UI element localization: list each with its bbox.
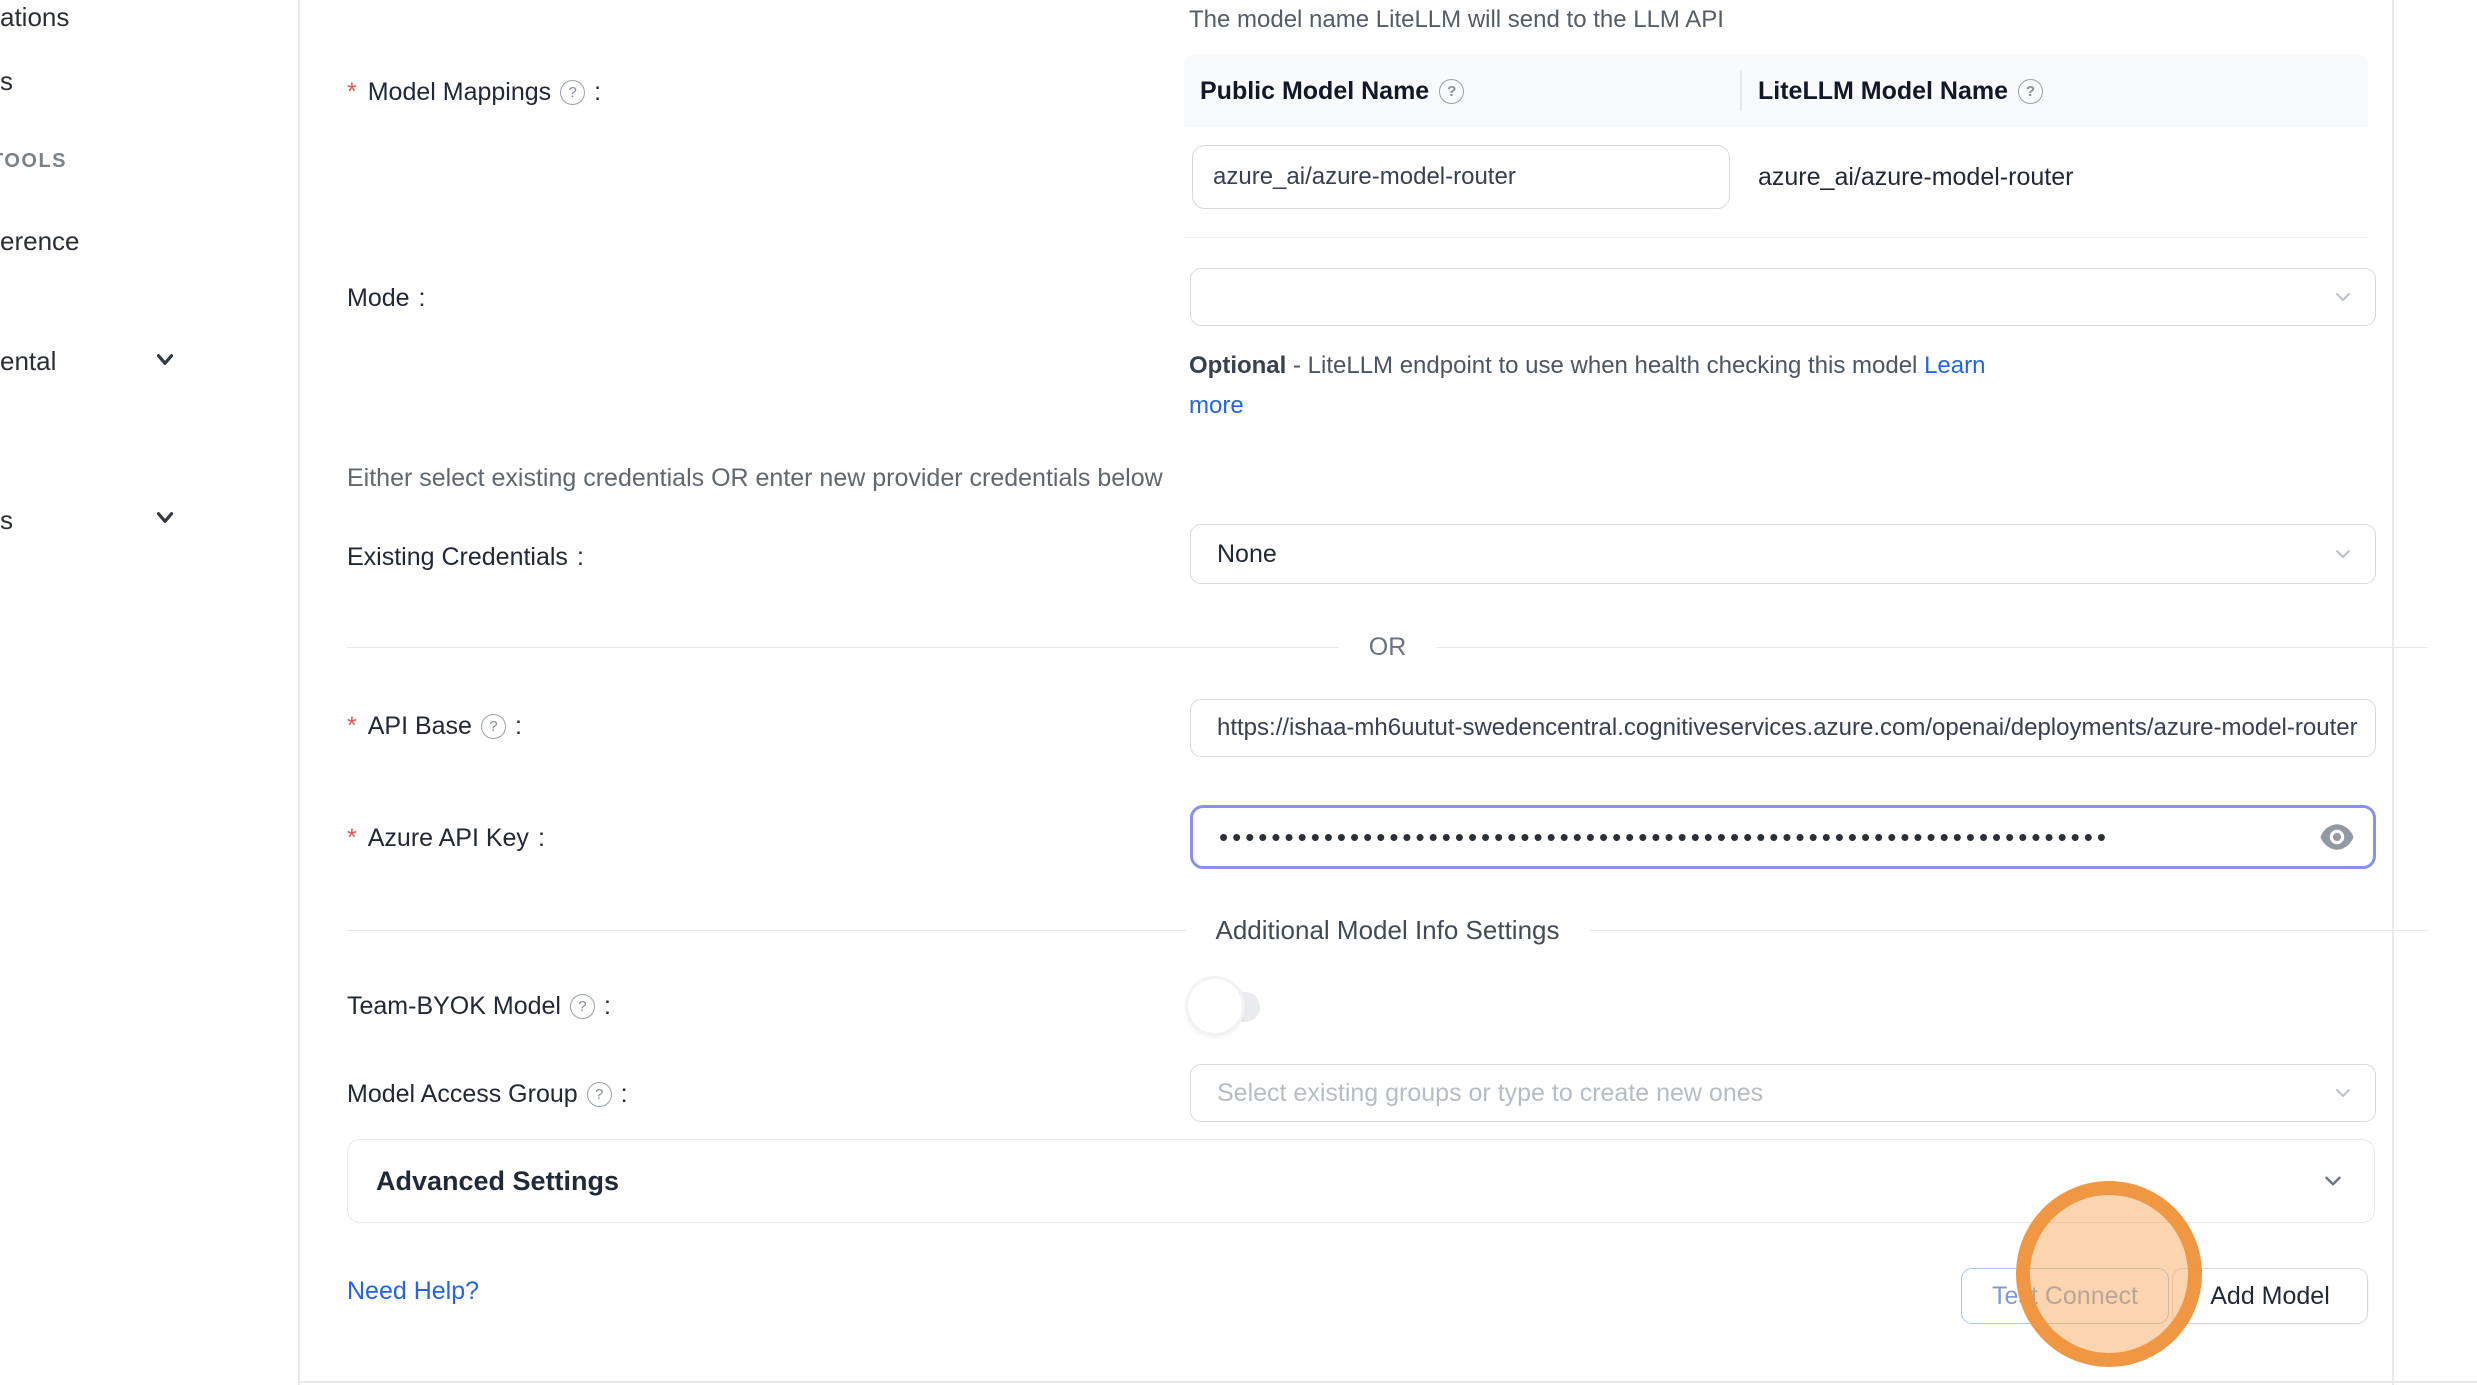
chevron-down-icon <box>2331 1081 2355 1105</box>
existing-credentials-select[interactable]: None <box>1190 524 2376 584</box>
help-icon[interactable]: ? <box>1439 79 1464 104</box>
eye-icon[interactable] <box>2319 822 2355 852</box>
required-asterisk: * <box>347 78 357 107</box>
sidebar: ations s TOOLS erence ental s <box>0 0 298 1385</box>
api-base-label: * API Base ? : <box>347 712 522 741</box>
azure-api-key-label: * Azure API Key : <box>347 824 545 853</box>
sidebar-section-tools: TOOLS <box>0 150 67 173</box>
model-mappings-table: Public Model Name ? LiteLLM Model Name ?… <box>1184 55 2368 238</box>
existing-credentials-label: Existing Credentials : <box>347 543 584 572</box>
chevron-down-icon <box>2331 542 2355 566</box>
mode-label: Mode : <box>347 284 426 313</box>
help-icon[interactable]: ? <box>570 994 595 1019</box>
chevron-down-icon <box>152 504 178 530</box>
sidebar-divider <box>298 0 300 1385</box>
sidebar-item-clipped-2[interactable]: s <box>0 66 13 97</box>
help-icon[interactable]: ? <box>560 80 585 105</box>
help-icon[interactable]: ? <box>587 1082 612 1107</box>
team-byok-toggle[interactable] <box>1196 992 1260 1022</box>
chevron-down-icon <box>2320 1168 2346 1194</box>
api-base-input[interactable]: https://ishaa-mh6uutut-swedencentral.cog… <box>1190 699 2376 757</box>
public-model-name-input[interactable]: azure_ai/azure-model-router <box>1192 145 1730 209</box>
sidebar-item-clipped-4[interactable]: ental <box>0 346 56 377</box>
mode-help-text: Optional - LiteLLM endpoint to use when … <box>1189 346 2029 426</box>
help-icon[interactable]: ? <box>2018 79 2043 104</box>
advanced-settings-panel[interactable]: Advanced Settings <box>347 1139 2375 1223</box>
mode-select[interactable] <box>1190 268 2376 326</box>
or-divider: OR <box>347 633 2428 662</box>
chevron-down-icon <box>2331 285 2355 309</box>
add-model-button[interactable]: Add Model <box>2172 1268 2368 1324</box>
credentials-note: Either select existing credentials OR en… <box>347 464 1163 493</box>
litellm-model-name-value: azure_ai/azure-model-router <box>1758 127 2073 227</box>
test-connect-button[interactable]: Test Connect <box>1961 1268 2169 1324</box>
sidebar-item-clipped-5[interactable]: s <box>0 505 13 536</box>
add-model-form-page: ations s TOOLS erence ental s The model … <box>0 0 2477 1385</box>
panel-right-edge <box>2392 0 2394 1385</box>
masked-password-dots: ••••••••••••••••••••••••••••••••••••••••… <box>1219 824 2110 850</box>
required-asterisk: * <box>347 824 357 853</box>
panel-bottom-edge <box>298 1381 2477 1383</box>
toggle-knob <box>1188 979 1242 1033</box>
column-divider <box>1740 71 1742 111</box>
model-mappings-table-row: azure_ai/azure-model-router azure_ai/azu… <box>1184 127 2368 238</box>
sidebar-item-clipped-3[interactable]: erence <box>0 226 80 257</box>
model-access-group-label: Model Access Group ? : <box>347 1080 628 1109</box>
additional-settings-divider: Additional Model Info Settings <box>347 915 2428 946</box>
team-byok-label: Team-BYOK Model ? : <box>347 992 611 1021</box>
model-mappings-table-header: Public Model Name ? LiteLLM Model Name ? <box>1184 55 2368 127</box>
help-icon[interactable]: ? <box>481 714 506 739</box>
column-header-public-model-name: Public Model Name ? <box>1200 77 1720 106</box>
azure-api-key-input[interactable]: ••••••••••••••••••••••••••••••••••••••••… <box>1190 805 2376 869</box>
need-help-link[interactable]: Need Help? <box>347 1277 479 1306</box>
sidebar-item-clipped-1[interactable]: ations <box>0 2 69 33</box>
model-name-help-text: The model name LiteLLM will send to the … <box>1189 6 1724 34</box>
chevron-down-icon <box>152 346 178 372</box>
column-header-litellm-model-name: LiteLLM Model Name ? <box>1758 77 2043 106</box>
model-access-group-select[interactable]: Select existing groups or type to create… <box>1190 1064 2376 1122</box>
required-asterisk: * <box>347 712 357 741</box>
model-mappings-label: * Model Mappings ? : <box>347 78 601 107</box>
